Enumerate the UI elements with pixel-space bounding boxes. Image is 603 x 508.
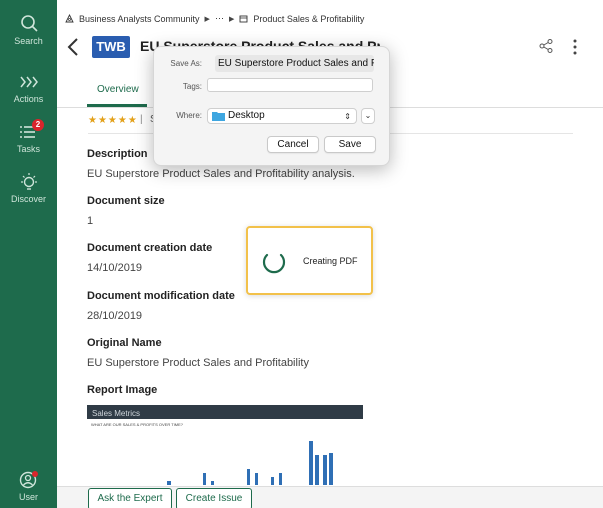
- sidebar-item-label: User: [18, 492, 38, 502]
- field-label: Original Name: [87, 337, 162, 349]
- field-label: Description: [87, 148, 148, 160]
- report-image[interactable]: Sales Metrics WHAT ARE OUR SALES & PROFI…: [87, 405, 363, 485]
- file-type-badge: TWB: [92, 36, 130, 58]
- share-icon[interactable]: [538, 38, 554, 54]
- rating-separator: |: [140, 114, 143, 125]
- report-image-title: Sales Metrics: [92, 409, 141, 418]
- expand-chevron-icon[interactable]: ⌄: [361, 108, 375, 124]
- field-value: 14/10/2019: [87, 262, 143, 274]
- breadcrumb-ellipsis[interactable]: ⋯: [215, 13, 224, 24]
- field-label: Report Image: [87, 384, 158, 396]
- breadcrumb-item[interactable]: Product Sales & Profitability: [253, 14, 364, 24]
- field-value: 28/10/2019: [87, 310, 143, 322]
- chevron-right-icon: ▶: [204, 15, 210, 23]
- breadcrumb: Business Analysts Community ▶ ⋯ ▶ Produc…: [65, 13, 364, 24]
- sidebar-item-user[interactable]: User: [0, 470, 57, 502]
- tab-overview[interactable]: Overview: [97, 84, 139, 95]
- report-image-body: WHAT ARE OUR SALES & PROFITS OVER TIME?: [87, 419, 363, 485]
- where-value: Desktop: [228, 110, 265, 121]
- back-icon[interactable]: [66, 37, 82, 57]
- where-label: Where:: [176, 111, 202, 120]
- create-issue-button[interactable]: Create Issue: [176, 488, 252, 508]
- folder-icon: [212, 112, 225, 121]
- field-label: Document modification date: [87, 290, 235, 302]
- sidebar-item-tasks[interactable]: 2 Tasks: [0, 119, 57, 154]
- chevrons-right-icon: [19, 76, 38, 88]
- cancel-button[interactable]: Cancel: [267, 136, 319, 153]
- field-value: EU Superstore Product Sales and Profitab…: [87, 357, 309, 369]
- loading-spinner-icon: [262, 253, 286, 274]
- breadcrumb-item[interactable]: Business Analysts Community: [79, 14, 200, 24]
- updown-icon: ⇕: [344, 112, 351, 121]
- search-icon: [20, 15, 38, 32]
- save-as-field[interactable]: EU Superstore Product Sales and P: [215, 55, 374, 72]
- tags-field[interactable]: [207, 78, 373, 92]
- sidebar-item-label: Actions: [13, 94, 44, 104]
- ask-the-expert-button[interactable]: Ask the Expert: [88, 488, 172, 508]
- product-icon: [239, 15, 248, 23]
- save-as-label: Save As:: [170, 59, 202, 68]
- report-image-bars: [167, 441, 333, 485]
- field-label: Document creation date: [87, 242, 213, 254]
- more-vertical-icon[interactable]: [570, 38, 580, 56]
- where-select[interactable]: Desktop ⇕: [207, 108, 357, 124]
- lightbulb-icon: [20, 173, 37, 190]
- sidebar-item-discover[interactable]: Discover: [0, 172, 57, 204]
- creating-pdf-toast: Creating PDF: [246, 226, 373, 295]
- save-dialog: Save As: EU Superstore Product Sales and…: [153, 46, 390, 166]
- tasks-badge: 2: [32, 119, 44, 131]
- sidebar-item-label: Discover: [10, 194, 46, 204]
- field-value: EU Superstore Product Sales and Profitab…: [87, 168, 355, 180]
- rating-stars[interactable]: ★★★★★: [88, 115, 138, 126]
- field-value: 1: [87, 215, 94, 227]
- user-icon: [19, 471, 38, 489]
- creating-pdf-label: Creating PDF: [303, 256, 358, 266]
- tags-label: Tags:: [182, 82, 202, 91]
- field-label: Document size: [87, 195, 165, 207]
- sidebar-item-label: Search: [14, 36, 43, 46]
- community-icon: [65, 14, 74, 23]
- sidebar: Search Actions 2 Tasks Discover User: [0, 0, 57, 508]
- sidebar-item-search[interactable]: Search: [0, 14, 57, 46]
- save-button[interactable]: Save: [324, 136, 376, 153]
- sidebar-item-label: Tasks: [16, 144, 40, 154]
- sidebar-item-actions[interactable]: Actions: [0, 72, 57, 104]
- chevron-right-icon: ▶: [228, 15, 235, 23]
